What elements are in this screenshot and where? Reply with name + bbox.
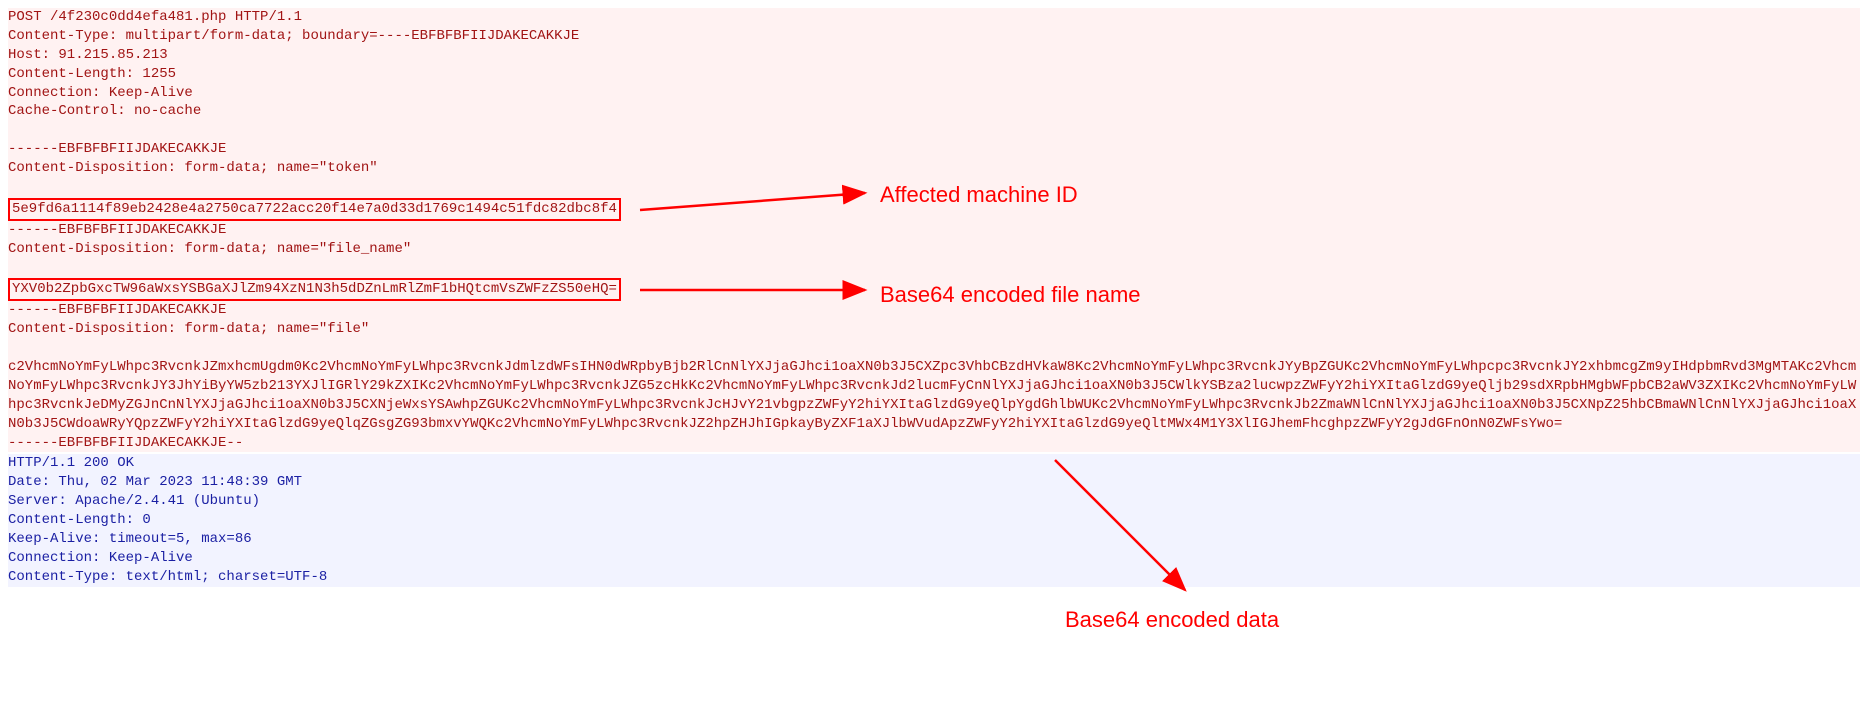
multipart-boundary: ------EBFBFBFIIJDAKECAKKJE xyxy=(8,302,226,318)
content-disposition-token: Content-Disposition: form-data; name="to… xyxy=(8,160,378,176)
req-header-content-type: Content-Type: multipart/form-data; bound… xyxy=(8,28,579,44)
filename-value-box: YXV0b2ZpbGxcTW96aWxsYSBGaXJlZm94XzN1N3h5… xyxy=(8,278,621,301)
token-value-box: 5e9fd6a1114f89eb2428e4a2750ca7722acc20f1… xyxy=(8,198,621,221)
multipart-boundary-end: ------EBFBFBFIIJDAKECAKKJE-- xyxy=(8,435,243,451)
resp-header-connection: Connection: Keep-Alive xyxy=(8,550,193,566)
resp-header-content-length: Content-Length: 0 xyxy=(8,512,151,528)
resp-header-keep-alive: Keep-Alive: timeout=5, max=86 xyxy=(8,531,252,547)
http-request-block: POST /4f230c0dd4efa481.php HTTP/1.1 Cont… xyxy=(8,8,1860,452)
resp-header-content-type: Content-Type: text/html; charset=UTF-8 xyxy=(8,569,327,585)
file-body-base64: c2VhcmNoYmFyLWhpc3RvcnkJZmxhcmUgdm0Kc2Vh… xyxy=(8,359,1856,432)
multipart-boundary: ------EBFBFBFIIJDAKECAKKJE xyxy=(8,222,226,238)
annotation-data: Base64 encoded data xyxy=(1065,605,1279,635)
req-header-cache-control: Cache-Control: no-cache xyxy=(8,103,201,119)
annotation-file-name: Base64 encoded file name xyxy=(880,280,1141,310)
req-header-host: Host: 91.215.85.213 xyxy=(8,47,168,63)
req-header-connection: Connection: Keep-Alive xyxy=(8,85,193,101)
resp-header-date: Date: Thu, 02 Mar 2023 11:48:39 GMT xyxy=(8,474,302,490)
content-disposition-filename: Content-Disposition: form-data; name="fi… xyxy=(8,241,411,257)
resp-header-server: Server: Apache/2.4.41 (Ubuntu) xyxy=(8,493,260,509)
response-line: HTTP/1.1 200 OK xyxy=(8,455,134,471)
request-line: POST /4f230c0dd4efa481.php HTTP/1.1 xyxy=(8,9,302,25)
req-header-content-length: Content-Length: 1255 xyxy=(8,66,176,82)
http-response-block: HTTP/1.1 200 OK Date: Thu, 02 Mar 2023 1… xyxy=(8,454,1860,586)
multipart-boundary: ------EBFBFBFIIJDAKECAKKJE xyxy=(8,141,226,157)
annotation-machine-id: Affected machine ID xyxy=(880,180,1078,210)
content-disposition-file: Content-Disposition: form-data; name="fi… xyxy=(8,321,369,337)
